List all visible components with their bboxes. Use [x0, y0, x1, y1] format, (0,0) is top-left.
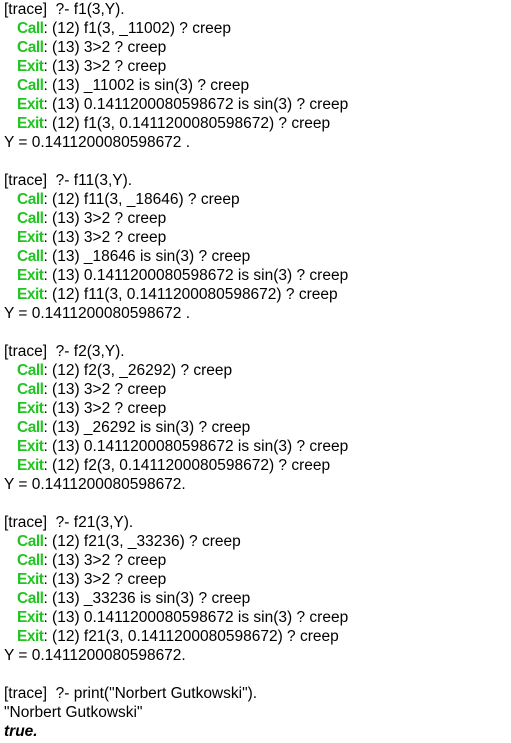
- query-prompt-line: [trace] ?- f11(3,Y).: [4, 172, 133, 189]
- trace-goal-text: (13) _33236 is sin(3) ? creep: [47, 590, 251, 607]
- exit-port-label: Exit: [17, 628, 44, 645]
- trace-goal-text: (13) 3>2 ? creep: [47, 39, 167, 56]
- trace-goal-text: (13) 3>2 ? creep: [47, 400, 167, 417]
- trace-goal-text: (13) 3>2 ? creep: [47, 229, 167, 246]
- trace-port-line: Exit: (13) 0.1411200080598672 is sin(3) …: [17, 609, 349, 626]
- trace-port-line: Exit: (13) 3>2 ? creep: [17, 58, 167, 75]
- trace-goal-text: (12) f11(3, _18646) ? creep: [47, 191, 240, 208]
- trace-goal-text: (13) 0.1411200080598672 is sin(3) ? cree…: [47, 609, 349, 626]
- trace-goal-text: (12) f21(3, _33236) ? creep: [47, 533, 241, 550]
- call-port-label: Call: [17, 590, 44, 607]
- trace-port-line: Call: (12) f2(3, _26292) ? creep: [17, 362, 233, 379]
- trace-goal-text: (13) 3>2 ? creep: [47, 552, 167, 569]
- trace-port-line: Call: (13) 3>2 ? creep: [17, 552, 167, 569]
- trace-port-line: Call: (12) f21(3, _33236) ? creep: [17, 533, 241, 550]
- call-port-label: Call: [17, 552, 44, 569]
- exit-port-label: Exit: [17, 571, 44, 588]
- trace-port-line: Exit: (13) 0.1411200080598672 is sin(3) …: [17, 267, 349, 284]
- trace-goal-text: (13) 3>2 ? creep: [47, 381, 167, 398]
- query-prompt-line: [trace] ?- print("Norbert Gutkowski").: [4, 685, 258, 702]
- trace-goal-text: (13) 3>2 ? creep: [47, 210, 167, 227]
- exit-port-label: Exit: [17, 267, 44, 284]
- trace-port-line: Call: (13) 3>2 ? creep: [17, 210, 167, 227]
- trace-port-line: Exit: (13) 3>2 ? creep: [17, 400, 167, 417]
- trace-goal-text: (13) 3>2 ? creep: [47, 58, 167, 75]
- trace-goal-text: (13) 3>2 ? creep: [47, 571, 167, 588]
- trace-port-line: Exit: (12) f1(3, 0.1411200080598672) ? c…: [17, 115, 331, 132]
- trace-goal-text: (13) 0.1411200080598672 is sin(3) ? cree…: [47, 438, 349, 455]
- call-port-label: Call: [17, 381, 44, 398]
- exit-port-label: Exit: [17, 400, 44, 417]
- trace-goal-text: (12) f2(3, _26292) ? creep: [47, 362, 233, 379]
- trace-goal-text: (13) _11002 is sin(3) ? creep: [47, 77, 250, 94]
- trace-goal-text: (12) f21(3, 0.1411200080598672) ? creep: [47, 628, 339, 645]
- trace-console: [trace] ?- f1(3,Y). Call: (12) f1(3, _110…: [4, 0, 509, 741]
- call-port-label: Call: [17, 362, 44, 379]
- trace-port-line: Call: (12) f1(3, _11002) ? creep: [17, 20, 231, 37]
- call-port-label: Call: [17, 20, 44, 37]
- exit-port-label: Exit: [17, 58, 44, 75]
- trace-port-line: Call: (13) _33236 is sin(3) ? creep: [17, 590, 251, 607]
- query-prompt-line: [trace] ?- f1(3,Y).: [4, 1, 125, 18]
- query-prompt-line: [trace] ?- f2(3,Y).: [4, 343, 125, 360]
- trace-port-line: Call: (13) _26292 is sin(3) ? creep: [17, 419, 251, 436]
- exit-port-label: Exit: [17, 457, 44, 474]
- exit-port-label: Exit: [17, 115, 44, 132]
- exit-port-label: Exit: [17, 96, 44, 113]
- trace-port-line: Call: (12) f11(3, _18646) ? creep: [17, 191, 240, 208]
- binding-result-line: Y = 0.1411200080598672.: [4, 476, 186, 493]
- call-port-label: Call: [17, 210, 44, 227]
- binding-result-line: Y = 0.1411200080598672 .: [4, 134, 191, 151]
- call-port-label: Call: [17, 419, 44, 436]
- trace-port-line: Exit: (12) f2(3, 0.1411200080598672) ? c…: [17, 457, 331, 474]
- call-port-label: Call: [17, 39, 44, 56]
- trace-goal-text: (13) _26292 is sin(3) ? creep: [47, 419, 251, 436]
- exit-port-label: Exit: [17, 286, 44, 303]
- final-answer-line: true.: [4, 723, 38, 740]
- printed-output-line: "Norbert Gutkowski": [4, 704, 143, 721]
- call-port-label: Call: [17, 533, 44, 550]
- exit-port-label: Exit: [17, 609, 44, 626]
- trace-port-line: Exit: (13) 0.1411200080598672 is sin(3) …: [17, 438, 349, 455]
- trace-port-line: Call: (13) 3>2 ? creep: [17, 39, 167, 56]
- exit-port-label: Exit: [17, 229, 44, 246]
- query-prompt-line: [trace] ?- f21(3,Y).: [4, 514, 134, 531]
- call-port-label: Call: [17, 248, 44, 265]
- trace-goal-text: (13) _18646 is sin(3) ? creep: [47, 248, 251, 265]
- trace-port-line: Call: (13) _11002 is sin(3) ? creep: [17, 77, 250, 94]
- trace-goal-text: (12) f11(3, 0.1411200080598672) ? creep: [47, 286, 338, 303]
- trace-goal-text: (13) 0.1411200080598672 is sin(3) ? cree…: [47, 96, 349, 113]
- call-port-label: Call: [17, 191, 44, 208]
- trace-port-line: Exit: (13) 3>2 ? creep: [17, 229, 167, 246]
- trace-goal-text: (12) f1(3, 0.1411200080598672) ? creep: [47, 115, 331, 132]
- trace-port-line: Exit: (12) f21(3, 0.1411200080598672) ? …: [17, 628, 339, 645]
- trace-goal-text: (12) f1(3, _11002) ? creep: [47, 20, 231, 37]
- trace-port-line: Call: (13) _18646 is sin(3) ? creep: [17, 248, 251, 265]
- call-port-label: Call: [17, 77, 44, 94]
- binding-result-line: Y = 0.1411200080598672.: [4, 647, 186, 664]
- trace-goal-text: (12) f2(3, 0.1411200080598672) ? creep: [47, 457, 331, 474]
- trace-port-line: Exit: (12) f11(3, 0.1411200080598672) ? …: [17, 286, 338, 303]
- binding-result-line: Y = 0.1411200080598672 .: [4, 305, 191, 322]
- trace-goal-text: (13) 0.1411200080598672 is sin(3) ? cree…: [47, 267, 349, 284]
- trace-port-line: Call: (13) 3>2 ? creep: [17, 381, 167, 398]
- trace-port-line: Exit: (13) 3>2 ? creep: [17, 571, 167, 588]
- trace-port-line: Exit: (13) 0.1411200080598672 is sin(3) …: [17, 96, 349, 113]
- exit-port-label: Exit: [17, 438, 44, 455]
